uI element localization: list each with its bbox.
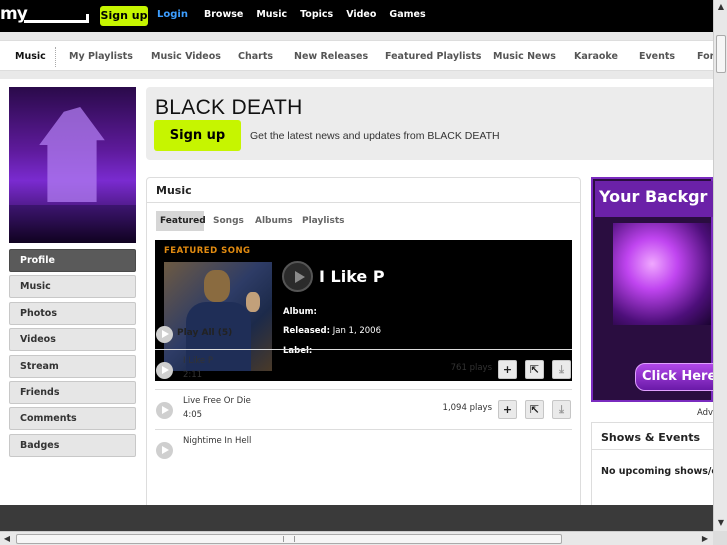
sidebar-item-comments[interactable]: Comments: [9, 407, 136, 431]
signup-button-top[interactable]: Sign up: [100, 6, 148, 26]
featured-song-title: I Like P: [319, 267, 385, 286]
subnav-my-playlists[interactable]: My Playlists: [69, 51, 133, 62]
nav-browse[interactable]: Browse: [204, 9, 243, 20]
subnav-featured-playlists[interactable]: Featured Playlists: [385, 51, 481, 62]
nav-games[interactable]: Games: [389, 9, 425, 20]
play-all-label[interactable]: Play All (5): [177, 328, 232, 338]
artist-header: BLACK DEATH Sign up Get the latest news …: [146, 87, 713, 160]
logo-text: my: [0, 4, 28, 24]
released-value: Jan 1, 2006: [332, 326, 381, 336]
add-to-playlist-icon[interactable]: +: [498, 400, 517, 419]
play-all-icon[interactable]: [156, 326, 173, 343]
house-silhouette: [39, 107, 105, 202]
scrollbar-corner: [713, 531, 727, 545]
photo-face: [204, 270, 230, 302]
play-icon[interactable]: [156, 442, 173, 459]
subnav-music-videos[interactable]: Music Videos: [151, 51, 221, 62]
sidebar-item-music[interactable]: Music: [9, 275, 136, 299]
artist-name: BLACK DEATH: [155, 96, 303, 119]
featured-released-row: Released: Jan 1, 2006: [283, 326, 381, 336]
subnav-separator: [55, 47, 56, 67]
artist-page: Profile Music Photos Videos Stream Frien…: [0, 79, 713, 505]
track-row[interactable]: Live Free Or Die 4:05 1,094 plays + ⇱ ⤓: [155, 389, 572, 429]
no-upcoming-shows: No upcoming shows/e: [601, 466, 713, 477]
scroll-left-icon[interactable]: ◀: [1, 533, 13, 545]
track-row[interactable]: I Like P 2:11 761 plays + ⇱ ⤓: [155, 349, 572, 389]
scroll-up-icon[interactable]: ▲: [715, 1, 727, 13]
sidebar-item-friends[interactable]: Friends: [9, 380, 136, 404]
music-panel-title: Music: [156, 184, 192, 197]
tab-albums[interactable]: Albums: [251, 211, 297, 231]
download-icon[interactable]: ⤓: [552, 360, 571, 379]
track-plays: 761 plays: [450, 363, 492, 373]
tab-songs[interactable]: Songs: [209, 211, 248, 231]
vertical-scrollbar[interactable]: ▲ ▼: [713, 0, 727, 531]
ad-hearts-image: [613, 223, 711, 325]
add-to-playlist-icon[interactable]: +: [498, 360, 517, 379]
music-panel: Music Featured Songs Albums Playlists FE…: [146, 177, 581, 505]
logo-underline: [24, 20, 89, 23]
vertical-scroll-thumb[interactable]: [716, 35, 726, 73]
sidebar-item-videos[interactable]: Videos: [9, 328, 136, 352]
tab-featured[interactable]: Featured: [156, 211, 206, 231]
logo-tick: [86, 14, 89, 23]
ad-label: Adv: [697, 408, 713, 418]
play-icon[interactable]: [156, 362, 173, 379]
track-plays: 1,094 plays: [442, 403, 492, 413]
horizontal-scrollbar[interactable]: ◀ ▶: [0, 531, 713, 545]
ad-click-here-button[interactable]: Click Here: [635, 363, 713, 391]
track-name[interactable]: I Like P: [183, 356, 213, 366]
sidebar-item-badges[interactable]: Badges: [9, 433, 136, 457]
top-nav: Browse Music Topics Video Games: [204, 9, 439, 20]
scroll-down-icon[interactable]: ▼: [715, 517, 727, 529]
subnav-music[interactable]: Music: [15, 51, 46, 62]
subnav-new-releases[interactable]: New Releases: [294, 51, 368, 62]
header-tagline: Get the latest news and updates from BLA…: [250, 130, 500, 142]
released-label: Released:: [283, 326, 331, 336]
photo-hand: [246, 292, 260, 312]
featured-album-row: Album:: [283, 307, 317, 317]
top-bar: my Sign up Login Browse Music Topics Vid…: [0, 0, 713, 32]
signup-button-header[interactable]: Sign up: [154, 120, 241, 151]
share-icon[interactable]: ⇱: [525, 400, 544, 419]
track-name[interactable]: Live Free Or Die: [183, 396, 251, 406]
music-subnav: Music My Playlists Music Videos Charts N…: [0, 40, 714, 71]
featured-play-button[interactable]: [282, 261, 313, 292]
ad-headline: Your Backgr: [595, 181, 713, 217]
bottom-toolbar[interactable]: [0, 505, 713, 531]
subnav-music-news[interactable]: Music News: [493, 51, 556, 62]
subnav-more[interactable]: For: [697, 51, 714, 62]
nav-video[interactable]: Video: [346, 9, 376, 20]
download-icon[interactable]: ⤓: [552, 400, 571, 419]
nav-music[interactable]: Music: [256, 9, 287, 20]
sidebar-item-profile[interactable]: Profile: [9, 249, 136, 272]
ad-banner[interactable]: Your Backgr Click Here: [591, 177, 713, 402]
login-link[interactable]: Login: [157, 9, 188, 20]
divider: [592, 449, 713, 450]
scroll-grip: [283, 536, 295, 542]
shows-events-panel: Shows & Events No upcoming shows/e: [591, 422, 713, 505]
divider: [147, 202, 580, 203]
album-label: Album:: [283, 307, 317, 317]
tab-playlists[interactable]: Playlists: [298, 211, 349, 231]
track-duration: 4:05: [183, 410, 203, 420]
scroll-right-icon[interactable]: ▶: [699, 533, 711, 545]
track-duration: 2:11: [183, 370, 203, 380]
shows-title: Shows & Events: [601, 431, 701, 444]
advertisement[interactable]: Your Backgr Click Here: [591, 177, 713, 402]
featured-song-label: FEATURED SONG: [164, 246, 251, 256]
track-name[interactable]: Nightime In Hell: [183, 436, 251, 446]
subnav-karaoke[interactable]: Karaoke: [574, 51, 618, 62]
subnav-events[interactable]: Events: [639, 51, 675, 62]
nav-topics[interactable]: Topics: [300, 9, 333, 20]
track-row[interactable]: Nightime In Hell: [155, 429, 572, 469]
image-ground: [9, 205, 136, 243]
share-icon[interactable]: ⇱: [525, 360, 544, 379]
profile-sidebar-menu: Profile Music Photos Videos Stream Frien…: [9, 249, 136, 460]
sidebar-item-stream[interactable]: Stream: [9, 354, 136, 378]
subnav-charts[interactable]: Charts: [238, 51, 273, 62]
sidebar-item-photos[interactable]: Photos: [9, 301, 136, 325]
play-icon[interactable]: [156, 402, 173, 419]
artist-profile-image[interactable]: [9, 87, 136, 243]
